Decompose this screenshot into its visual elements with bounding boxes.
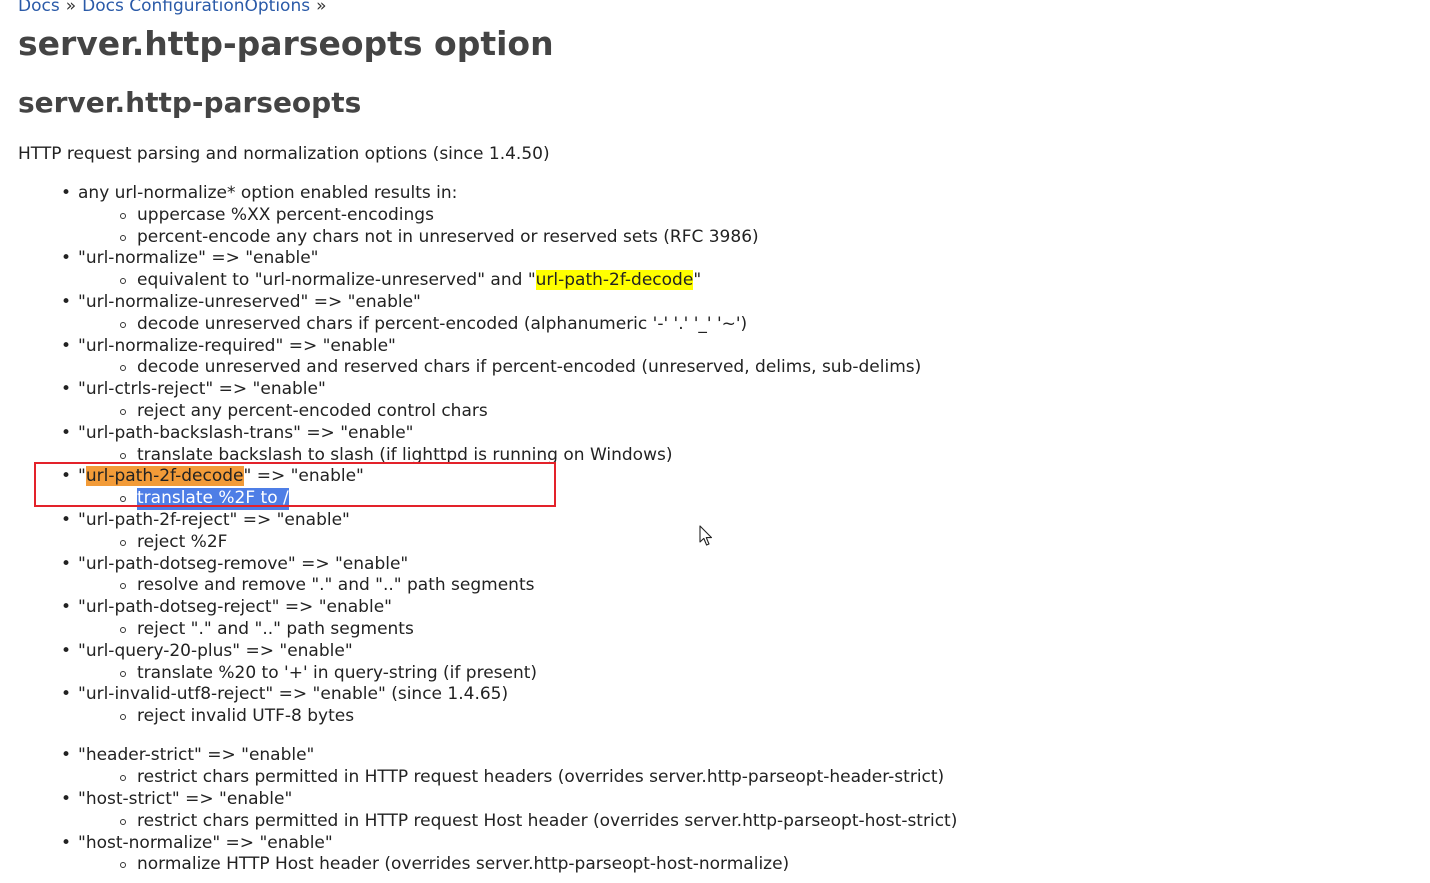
list-item: • any url-normalize* option enabled resul…	[61, 183, 458, 203]
list-subitem: resolve and remove "." and ".." path seg…	[0, 575, 1430, 597]
bullet-icon: •	[61, 788, 72, 809]
list-item: • "url-invalid-utf8-reject" => "enable" (…	[61, 684, 509, 705]
bullet-icon: •	[61, 422, 72, 443]
list-item: • "host-normalize" => "enable"	[61, 832, 333, 853]
circle-bullet-icon	[120, 775, 126, 782]
list-item: • "host-strict" => "enable"	[61, 788, 293, 809]
list-item: • "url-normalize" => "enable"	[61, 248, 319, 269]
list-item: • "url-query-20-plus" => "enable"	[61, 640, 353, 661]
bullet-icon: •	[61, 597, 72, 618]
circle-bullet-icon	[120, 539, 126, 546]
list-item: • "url-normalize-required" => "enable"	[61, 335, 396, 356]
list-item: • "url-normalize-unreserved" => "enable"	[61, 291, 421, 312]
list-subitem: restrict chars permitted in HTTP request…	[0, 767, 1430, 789]
bullet-icon: •	[61, 291, 72, 312]
circle-bullet-icon	[120, 278, 126, 285]
section-title: server.http-parseopts	[18, 86, 362, 119]
circle-bullet-icon	[120, 670, 126, 677]
page-title: server.http-parseopts option	[18, 24, 554, 63]
list-item: • "url-ctrls-reject" => "enable"	[61, 379, 326, 400]
list-subitem: restrict chars permitted in HTTP request…	[0, 811, 1430, 833]
bullet-icon: •	[61, 684, 72, 705]
bullet-icon: •	[61, 335, 72, 356]
intro-paragraph: HTTP request parsing and normalization o…	[18, 144, 550, 164]
list-subitem: translate %20 to '+' in query-string (if…	[0, 663, 1430, 685]
list-subitem: reject %2F	[0, 532, 1430, 554]
list-subitem: uppercase %XX percent-encodings	[0, 205, 1430, 227]
list-subitem: normalize HTTP Host header (overrides se…	[0, 854, 1430, 876]
list-subitem: decode unreserved and reserved chars if …	[0, 357, 1430, 379]
bullet-icon: •	[61, 379, 72, 400]
circle-bullet-icon	[120, 452, 126, 459]
circle-bullet-icon	[120, 365, 126, 372]
mouse-pointer-icon	[699, 525, 713, 546]
breadcrumb-link-docs[interactable]: Docs	[18, 0, 60, 16]
circle-bullet-icon	[120, 714, 126, 721]
breadcrumb-separator: »	[65, 0, 77, 16]
list-item: • "url-path-2f-reject" => "enable"	[61, 509, 350, 530]
circle-bullet-icon	[120, 818, 126, 825]
list-item: • "header-strict" => "enable"	[61, 745, 315, 766]
bullet-icon: •	[61, 640, 72, 661]
breadcrumb: Docs » Docs ConfigurationOptions »	[18, 0, 333, 16]
circle-bullet-icon	[120, 626, 126, 633]
list-item: • "url-path-dotseg-remove" => "enable"	[61, 553, 409, 574]
circle-bullet-icon	[120, 212, 126, 219]
bullet-icon: •	[61, 183, 72, 203]
circle-bullet-icon	[120, 862, 126, 869]
list-subitem: reject "." and ".." path segments	[0, 619, 1430, 641]
circle-bullet-icon	[120, 321, 126, 328]
bullet-icon: •	[61, 553, 72, 574]
breadcrumb-separator: »	[316, 0, 327, 16]
list-subitem: equivalent to "url-normalize-unreserved"…	[0, 270, 1430, 292]
list-item: • "url-path-dotseg-reject" => "enable"	[61, 597, 392, 618]
bullet-icon: •	[61, 745, 72, 766]
circle-bullet-icon	[120, 408, 126, 415]
list-subitem: percent-encode any chars not in unreserv…	[0, 227, 1430, 249]
bullet-icon: •	[61, 832, 72, 853]
list-subitem: reject invalid UTF-8 bytes	[0, 706, 1430, 728]
breadcrumb-link-configuration-options[interactable]: Docs ConfigurationOptions	[82, 0, 310, 16]
list-subitem: reject any percent-encoded control chars	[0, 401, 1430, 423]
circle-bullet-icon	[120, 583, 126, 590]
options-list: • any url-normalize* option enabled resul…	[0, 183, 1430, 876]
bullet-icon: •	[61, 509, 72, 530]
bullet-icon: •	[61, 248, 72, 269]
annotation-highlight-box	[34, 462, 556, 507]
circle-bullet-icon	[120, 234, 126, 241]
search-highlight: url-path-2f-decode	[535, 270, 694, 291]
list-item: • "url-path-backslash-trans" => "enable"	[61, 422, 414, 443]
list-subitem: decode unreserved chars if percent-encod…	[0, 314, 1430, 336]
